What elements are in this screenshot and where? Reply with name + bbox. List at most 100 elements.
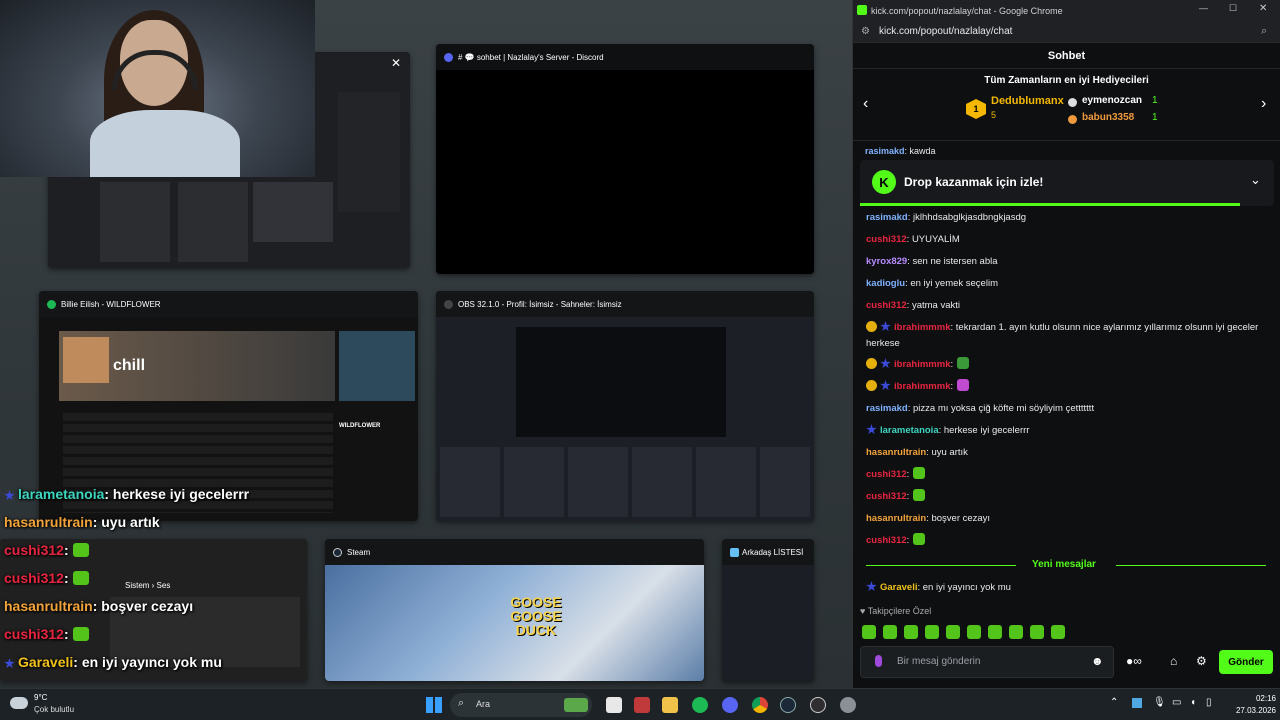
search-icon: ⌕ [458,697,465,709]
window-obs[interactable]: OBS 32.1.0 - Profil: İsimsiz - Sahneler:… [436,291,814,521]
window-steam[interactable]: Steam GOOSE GOOSE DUCK [325,539,704,681]
close-icon[interactable]: ✕ [391,56,401,70]
file-explorer-icon[interactable] [662,697,678,713]
chat-username[interactable]: kadioglu [866,278,905,289]
drop-banner[interactable]: K Drop kazanmak için izle! ⌄ [860,160,1274,206]
zoom-icon[interactable]: ⌕ [1261,25,1267,38]
star-badge-icon [866,424,877,435]
window-friends[interactable]: Arkadaş LİSTESİ [722,539,814,681]
chevron-left-icon[interactable]: ‹ [863,95,868,113]
top-gifters-title: Tüm Zamanların en iyi Hediyecileri [984,75,1149,86]
window-title: Arkadaş LİSTESİ [742,547,804,557]
task-view-icon[interactable] [606,697,622,713]
chat-username[interactable]: hasanrultrain [866,513,926,524]
spotify-icon [47,300,56,309]
chat-username[interactable]: hasanrultrain [866,447,926,458]
emote-icon[interactable] [1051,625,1065,639]
site-info-icon[interactable]: ⚙ [861,26,870,37]
chrome-title-bar: kick.com/popout/nazlalay/chat - Google C… [853,0,1280,21]
emoji-icon[interactable]: ☻ [1091,654,1104,668]
steam-icon [730,548,739,557]
send-button[interactable]: Gönder [1219,650,1273,674]
emote-icon [957,379,970,391]
drop-text: Drop kazanmak için izle! [904,175,1044,189]
partial-message: rasimakd: kawda [865,146,936,156]
address-bar[interactable]: ⚙ kick.com/popout/nazlalay/chat ⌕ [853,21,1280,43]
spotify-icon[interactable] [692,697,708,713]
tray-app-icon[interactable] [1132,698,1142,708]
badges-icon[interactable]: ●∞ [1126,654,1142,668]
chat-username[interactable]: cushi312 [866,535,907,546]
taskbar: 9°C Çok bulutlu ⌕ Ara ⌃ 🎙 ▭ ◖ ▯ 02:16 27… [0,688,1280,720]
now-playing-title: WILDFLOWER [339,423,381,429]
search-highlight-icon [564,698,588,712]
settings-icon[interactable] [840,697,856,713]
chat-username[interactable]: cushi312 [866,491,907,502]
gifter-count: 1 [1152,95,1158,106]
chevron-down-icon[interactable]: ⌄ [1250,172,1261,188]
emote-icon[interactable] [988,625,1002,639]
chat-text: : pizza mı yoksa çiğ köfte mi söyliyim ç… [907,403,1095,414]
chat-text: : boşver cezayı [926,513,991,524]
chat-message: Garaveli: en iyi yayıncı yok mu [866,580,1266,596]
tray-overflow-icon[interactable]: ⌃ [1110,697,1118,708]
star-badge-icon [866,581,877,592]
weather-temp: 9°C [34,693,48,702]
emote-icon[interactable] [925,625,939,639]
chat-username[interactable]: kyrox829 [866,256,907,267]
maximize-icon[interactable]: ☐ [1229,3,1237,14]
network-icon[interactable]: ▭ [1172,697,1181,708]
window-title-bar: Arkadaş LİSTESİ [722,539,814,565]
chat-username[interactable]: rasimakd [866,403,908,414]
chat-text: : sen ne istersen abla [907,256,998,267]
emote-icon[interactable] [1030,625,1044,639]
emote-icon[interactable] [904,625,918,639]
chat-text: : yatma vakti [906,300,960,311]
discord-icon [444,53,453,62]
chat-input[interactable]: Bir mesaj gönderin ☻ [860,646,1114,678]
battery-icon[interactable]: ▯ [1206,697,1212,708]
chevron-right-icon[interactable]: › [1261,95,1266,113]
emote-icon [72,571,89,585]
minimize-icon[interactable]: — [1199,3,1208,13]
close-icon[interactable]: ✕ [1259,3,1267,14]
chat-username[interactable]: ibrahimmmk [894,359,951,370]
chat-username[interactable]: ibrahimmmk [894,381,951,392]
chrome-icon[interactable] [752,697,768,713]
settings-gear-icon[interactable]: ⚙ [1196,654,1207,668]
rank-badge-icon [1068,115,1077,124]
steam-icon [333,548,342,557]
emote-icon [72,627,89,641]
chat-username[interactable]: Garaveli [880,582,918,593]
emote-icon[interactable] [883,625,897,639]
chat-username[interactable]: ibrahimmmk [894,322,951,333]
search-placeholder: Ara [476,699,491,709]
volume-icon[interactable]: ◖ [1190,697,1196,708]
chat-username[interactable]: rasimakd [866,212,908,223]
chat-username[interactable]: larametanoia [880,425,939,436]
emote-icon[interactable] [946,625,960,639]
discord-icon[interactable] [722,697,738,713]
mic-icon[interactable] [875,655,882,667]
emote-icon[interactable] [862,625,876,639]
obs-icon[interactable] [810,697,826,713]
chat-username[interactable]: cushi312 [866,234,907,245]
taskbar-search[interactable]: ⌕ Ara [450,693,592,717]
chat-username[interactable]: cushi312 [866,469,907,480]
clock-time[interactable]: 02:16 [1236,694,1276,703]
windows-start-icon[interactable] [426,697,442,713]
weather-desc: Çok bulutlu [34,705,75,714]
steam-icon[interactable] [780,697,796,713]
subscriber-badge-icon [866,321,877,332]
emote-icon[interactable] [967,625,981,639]
app-icon[interactable] [634,697,650,713]
emote-icon[interactable] [1009,625,1023,639]
mic-tray-icon[interactable]: 🎙 [1153,697,1166,708]
window-discord-chat[interactable]: # 💬 sohbet | Nazlalay's Server - Discord [436,44,814,274]
new-messages-divider: Yeni mesajlar [860,559,1272,571]
chat-username[interactable]: cushi312 [866,300,907,311]
store-icon[interactable]: ⌂ [1170,654,1177,668]
chat-text: : [950,359,954,370]
chat-message: kyrox829: sen ne istersen abla [866,254,1266,270]
clock-date[interactable]: 27.03.2026 [1224,706,1276,715]
